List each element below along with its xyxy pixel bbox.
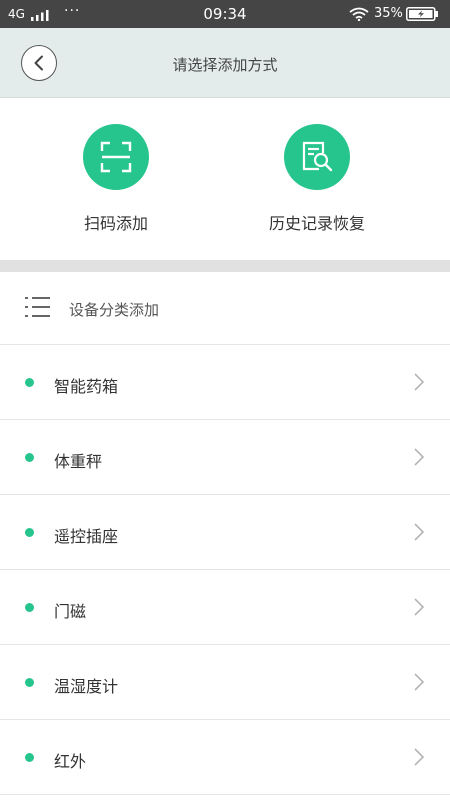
chevron-right-icon (414, 373, 425, 391)
wifi-icon (349, 7, 369, 21)
chevron-right-icon (414, 598, 425, 616)
scan-add-button[interactable]: 扫码添加 (41, 124, 191, 234)
bullet-dot (25, 603, 34, 612)
add-methods-section: 扫码添加 历史记录恢复 (0, 98, 450, 260)
bullet-dot (25, 378, 34, 387)
header-bar: 请选择添加方式 (0, 28, 450, 98)
history-restore-button[interactable]: 历史记录恢复 (242, 124, 392, 234)
chevron-right-icon (414, 673, 425, 691)
history-restore-label: 历史记录恢复 (268, 214, 365, 233)
category-section-label: 设备分类添加 (69, 301, 160, 319)
battery-charging-icon (406, 7, 438, 21)
chevron-right-icon (414, 448, 425, 466)
category-item-label: 遥控插座 (54, 527, 119, 546)
category-list: 智能药箱 体重秤 遥控插座 门磁 温湿度计 红外 (0, 345, 450, 795)
scan-icon (100, 141, 132, 173)
bullet-dot (25, 453, 34, 462)
battery-percent: 35% (374, 6, 403, 21)
section-divider (0, 260, 450, 272)
chevron-right-icon (414, 748, 425, 766)
bullet-dot (25, 528, 34, 537)
category-item-label: 红外 (54, 752, 87, 771)
category-section-header: 设备分类添加 (0, 272, 450, 345)
category-item-infrared[interactable]: 红外 (0, 720, 450, 795)
scan-add-label: 扫码添加 (83, 214, 148, 233)
category-item-scale[interactable]: 体重秤 (0, 420, 450, 495)
history-icon-circle (284, 124, 350, 190)
page-title: 请选择添加方式 (172, 56, 278, 74)
category-item-hygrometer[interactable]: 温湿度计 (0, 645, 450, 720)
list-icon (25, 297, 50, 317)
bullet-dot (25, 678, 34, 687)
category-item-door-sensor[interactable]: 门磁 (0, 570, 450, 645)
category-item-label: 体重秤 (54, 452, 103, 471)
chevron-right-icon (414, 523, 425, 541)
bullet-dot (25, 753, 34, 762)
category-item-remote-socket[interactable]: 遥控插座 (0, 495, 450, 570)
scan-icon-circle (83, 124, 149, 190)
status-bar: 4G ··· 09:34 35% (0, 0, 450, 28)
category-item-label: 门磁 (54, 602, 87, 621)
category-item-label: 智能药箱 (54, 377, 119, 396)
category-item-label: 温湿度计 (54, 677, 119, 696)
history-search-icon (302, 141, 333, 172)
category-item-medicine-box[interactable]: 智能药箱 (0, 345, 450, 420)
